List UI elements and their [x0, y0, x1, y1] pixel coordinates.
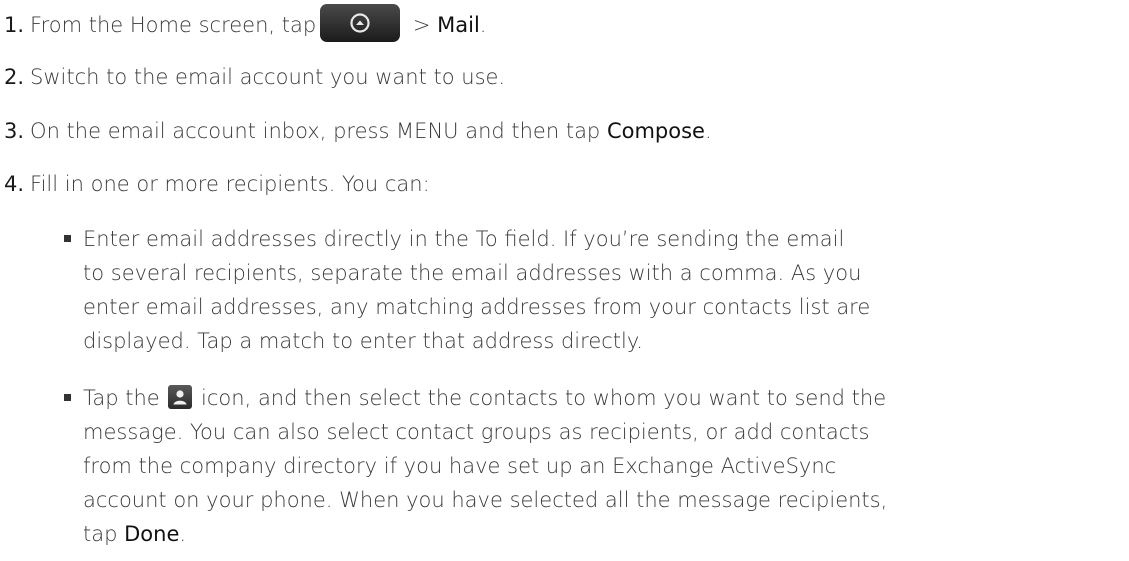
bullet-line: Tap the icon, and then select the contac… [83, 381, 1123, 415]
step-text: Switch to the email account you want to … [30, 65, 506, 89]
step-text: On the email account inbox, press MENU a… [30, 119, 607, 143]
step-text: Fill in one or more recipients. You can: [30, 172, 430, 196]
done-label: Done [124, 522, 180, 546]
bullet-text-end: . [179, 522, 187, 546]
bullet-text: tap [83, 522, 125, 546]
step-2: 2. Switch to the email account you want t… [4, 63, 505, 91]
step-number: 1. [4, 13, 25, 37]
step-text: From the Home screen, tap [30, 13, 317, 37]
bullet-marker [64, 394, 71, 401]
step-1: 1. From the Home screen, tap > Mail. [4, 4, 487, 42]
bullet-item-1: Enter email addresses directly in the To… [83, 222, 1123, 358]
step-text-end: . [479, 13, 487, 37]
step-number: 2. [4, 65, 25, 89]
instruction-document: 1. From the Home screen, tap > Mail. 2. Sw… [0, 0, 1129, 561]
step-text-end: . [704, 119, 712, 143]
bullet-line: to several recipients, separate the emai… [83, 261, 862, 285]
bullet-line: account on your phone. When you have sel… [83, 488, 888, 512]
step-number: 3. [4, 119, 25, 143]
compose-label: Compose [606, 119, 705, 143]
bullet-line: from the company directory if you have s… [83, 454, 837, 478]
bullet-text: icon, and then select the contacts to wh… [194, 386, 887, 410]
bullet-line: enter email addresses, any matching addr… [83, 295, 871, 319]
bullet-line: displayed. Tap a match to enter that add… [83, 329, 643, 353]
bullet-line: Enter email addresses directly in the To… [83, 227, 845, 251]
bullet-marker [64, 235, 71, 242]
step-text-separator: > [406, 13, 438, 37]
step-number: 4. [4, 172, 25, 196]
bullet-text: Tap the [83, 386, 167, 410]
step-4: 4. Fill in one or more recipients. You ca… [4, 170, 430, 198]
bullet-line: tap Done. [83, 517, 1123, 551]
step-3: 3. On the email account inbox, press MENU… [4, 117, 712, 145]
person-icon [168, 385, 193, 409]
mail-label: Mail [437, 13, 480, 37]
bullet-line: message. You can also select contact gro… [83, 420, 870, 444]
all-apps-button-icon [320, 4, 401, 42]
bullet-item-2: Tap the icon, and then select the contac… [83, 381, 1123, 551]
